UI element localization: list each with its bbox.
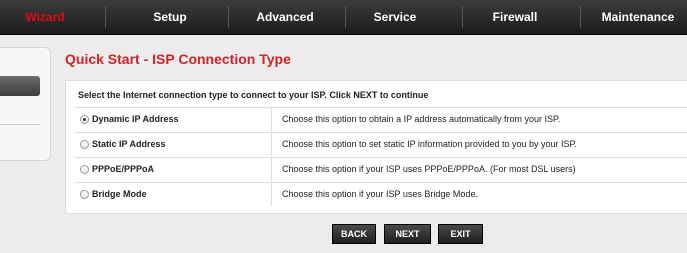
nav-tab-service[interactable]: Service [350, 0, 440, 34]
radio-dynamic-ip[interactable] [80, 115, 89, 124]
radio-bridge-mode[interactable] [80, 190, 89, 199]
next-button[interactable]: NEXT [384, 224, 431, 244]
option-row-dynamic-ip: Dynamic IP Address Choose this option to… [75, 107, 687, 131]
option-label: Static IP Address [92, 139, 166, 149]
nav-tab-firewall[interactable]: Firewall [470, 0, 560, 34]
option-description: Choose this option if your ISP uses PPPo… [282, 164, 576, 174]
nav-tab-advanced[interactable]: Advanced [240, 0, 330, 34]
nav-divider [228, 6, 229, 28]
bridge-mode-option[interactable]: Bridge Mode [75, 183, 272, 206]
side-menu-divider [0, 124, 40, 125]
pppoe-option[interactable]: PPPoE/PPPoA [75, 158, 272, 181]
page-title: Quick Start - ISP Connection Type [65, 51, 291, 67]
option-description: Choose this option if your ISP uses Brid… [282, 189, 478, 199]
instruction-text: Select the Internet connection type to c… [78, 90, 429, 100]
exit-button[interactable]: EXIT [438, 224, 483, 244]
option-row-bridge: Bridge Mode Choose this option if your I… [75, 182, 687, 206]
nav-divider [345, 6, 346, 28]
side-menu-active-item[interactable] [0, 76, 40, 96]
radio-pppoe[interactable] [80, 165, 89, 174]
side-menu-panel [0, 47, 51, 161]
nav-divider [580, 6, 581, 28]
option-row-pppoe: PPPoE/PPPoA Choose this option if your I… [75, 157, 687, 181]
dynamic-ip-option[interactable]: Dynamic IP Address [75, 108, 272, 131]
nav-tab-maintenance[interactable]: Maintenance [592, 0, 684, 34]
radio-static-ip[interactable] [80, 140, 89, 149]
back-button[interactable]: BACK [332, 224, 376, 244]
option-label: Dynamic IP Address [92, 114, 179, 124]
nav-tab-setup[interactable]: Setup [125, 0, 215, 34]
static-ip-option[interactable]: Static IP Address [75, 133, 272, 156]
nav-tab-wizard[interactable]: Wizard [0, 0, 90, 34]
top-nav-bar: Wizard Setup Advanced Service Firewall M… [0, 0, 687, 35]
nav-divider [462, 6, 463, 28]
option-row-static-ip: Static IP Address Choose this option to … [75, 132, 687, 156]
option-label: PPPoE/PPPoA [92, 164, 155, 174]
nav-divider [105, 6, 106, 28]
option-label: Bridge Mode [92, 189, 147, 199]
option-description: Choose this option to obtain a IP addres… [282, 114, 561, 124]
connection-type-panel: Select the Internet connection type to c… [65, 80, 687, 214]
option-description: Choose this option to set static IP info… [282, 139, 577, 149]
